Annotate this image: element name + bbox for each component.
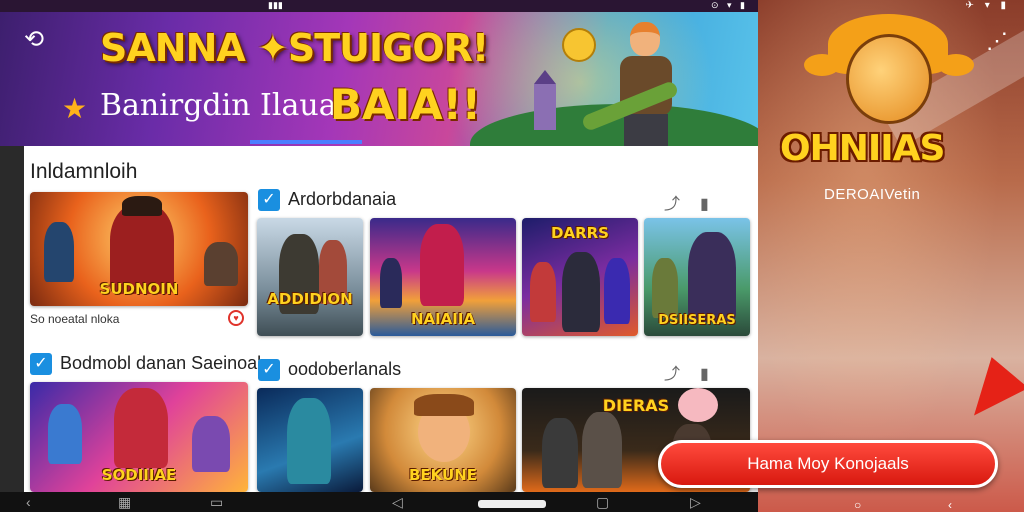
next-nav-icon[interactable]: ▷ bbox=[690, 494, 701, 511]
section-c-label: oodoberlanals bbox=[288, 359, 402, 379]
card-caption: ADDIDION bbox=[267, 290, 353, 308]
game-card-c1[interactable] bbox=[257, 388, 363, 492]
section-c-actions: ⤴▮ bbox=[664, 360, 729, 384]
game-card-a4[interactable]: DSIISERAS bbox=[644, 218, 750, 336]
section-a-label: Ardorbdanaia bbox=[288, 189, 397, 209]
feature-card-meta: So noeatal nloka ♥ bbox=[30, 310, 248, 326]
app-switcher-icon[interactable]: ▦ bbox=[118, 494, 131, 511]
card-caption: DSIISERAS bbox=[658, 313, 736, 328]
system-status-icons: ⊙ ▾ ▮ bbox=[710, 0, 748, 10]
card-caption: SUDNOIN bbox=[99, 280, 179, 298]
share-icon[interactable]: ⋰ bbox=[986, 28, 1008, 54]
home-nav-icon[interactable]: ○ bbox=[854, 498, 861, 512]
game-card-a3[interactable]: DARRS bbox=[522, 218, 638, 336]
card-caption: SODIIIAE bbox=[101, 466, 177, 484]
section-b-checkbox[interactable]: ✓ bbox=[30, 353, 52, 375]
home-indicator[interactable] bbox=[478, 500, 546, 508]
banner-tab-indicator bbox=[250, 140, 362, 144]
banner-subtitle: ★ Banirgdin Ilaua bbox=[62, 88, 337, 125]
heart-icon[interactable]: ♥ bbox=[228, 310, 244, 326]
app-name: OHNIIAS bbox=[780, 128, 945, 169]
system-nav-bar: ‹ ▦ ▭ ◁ ▢ ▷ bbox=[0, 492, 758, 512]
promo-banner[interactable]: ⟲ SANNA ✦STUIGOR! ★ Banirgdin Ilaua BAIA… bbox=[0, 12, 758, 146]
side-status-icons: ✈ ▾ ▮ bbox=[965, 0, 1010, 11]
star-icon: ★ bbox=[62, 92, 88, 125]
recents-icon[interactable]: ▭ bbox=[210, 494, 223, 511]
feature-card-subtitle: So noeatal nloka bbox=[30, 312, 120, 326]
banner-subtitle-big: BAIA!! bbox=[330, 80, 481, 129]
card-caption: DARRS bbox=[551, 224, 609, 242]
banner-hero-character bbox=[580, 22, 692, 146]
app-detail-panel: ✈ ▾ ▮ ⋰ OHNIIAS DEROAIVetin ○ ‹ bbox=[758, 0, 1024, 512]
game-card-a1[interactable]: ADDIDION bbox=[257, 218, 363, 336]
install-button[interactable]: Hama Moy Konojaals bbox=[658, 440, 998, 488]
refresh-icon[interactable]: ⟲ bbox=[20, 26, 48, 54]
game-card-a2[interactable]: NAIAIIA bbox=[370, 218, 516, 336]
game-card-b1[interactable]: SODIIIAE bbox=[30, 382, 248, 492]
section-title: Inldamnloih bbox=[30, 160, 138, 183]
status-bar: ▮▮▮ ⊙ ▾ ▮ bbox=[0, 0, 758, 12]
card-caption: NAIAIIA bbox=[410, 310, 476, 328]
notification-icons: ▮▮▮ bbox=[268, 0, 283, 10]
developer-name[interactable]: DEROAIVetin bbox=[824, 186, 920, 203]
share-icon[interactable]: ⤴ bbox=[664, 366, 700, 383]
section-a-checkbox[interactable]: ✓ bbox=[258, 189, 280, 211]
section-c-checkbox[interactable]: ✓ bbox=[258, 359, 280, 381]
bookmark-icon[interactable]: ▮ bbox=[700, 196, 729, 213]
banner-title: SANNA ✦STUIGOR! bbox=[100, 26, 489, 70]
section-a-actions: ⤴▮ bbox=[664, 190, 729, 214]
section-b-label: Bodmobl danan Saeinoal bbox=[60, 353, 262, 373]
bookmark-icon[interactable]: ▮ bbox=[700, 366, 729, 383]
app-store-screen: ▮▮▮ ⊙ ▾ ▮ ⟲ SANNA ✦STUIGOR! ★ Banirgdin … bbox=[0, 0, 758, 512]
back-nav-icon[interactable]: ‹ bbox=[26, 494, 31, 510]
card-caption: DIERAS bbox=[602, 396, 670, 415]
smiley-icon bbox=[562, 28, 596, 62]
feature-game-card[interactable]: SUDNOIN bbox=[30, 192, 248, 306]
banner-castle bbox=[534, 70, 556, 130]
square-nav-icon[interactable]: ▢ bbox=[596, 494, 609, 511]
game-card-c2[interactable]: BEKUNE bbox=[370, 388, 516, 492]
prev-nav-icon[interactable]: ◁ bbox=[392, 494, 403, 511]
share-icon[interactable]: ⤴ bbox=[664, 196, 700, 213]
card-caption: BEKUNE bbox=[408, 466, 478, 484]
back-nav-icon[interactable]: ‹ bbox=[948, 498, 952, 512]
app-mascot-logo bbox=[798, 14, 974, 144]
